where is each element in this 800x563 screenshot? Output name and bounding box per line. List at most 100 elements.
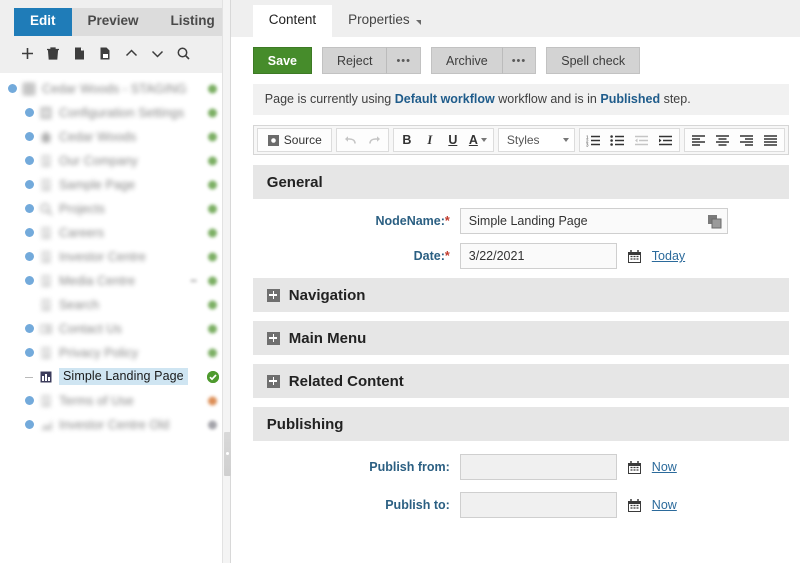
tree-expander-icon[interactable] <box>25 132 34 142</box>
publish-from-input[interactable] <box>459 454 617 480</box>
content-tree[interactable]: Cedar Woods - STAGING Configuration Setti… <box>0 72 231 563</box>
tree-expander-icon[interactable] <box>25 348 34 358</box>
section-header-publishing[interactable]: Publishing <box>252 407 789 441</box>
tree-item[interactable]: Investor Centre <box>0 245 231 269</box>
archive-button[interactable]: Archive <box>431 47 502 74</box>
source-button[interactable]: Source <box>260 129 329 151</box>
section-header-main-menu[interactable]: Main Menu <box>252 321 789 355</box>
tree-expander-icon[interactable] <box>25 420 34 430</box>
spell-check-button[interactable]: Spell check <box>546 47 641 74</box>
archive-more-button[interactable]: ••• <box>501 47 537 74</box>
section-header-navigation[interactable]: Navigation <box>252 278 789 312</box>
bold-button[interactable]: B <box>396 129 418 151</box>
history-group <box>335 128 389 152</box>
indent-icon[interactable] <box>654 129 677 151</box>
tree-item[interactable]: Configuration Settings <box>0 101 231 125</box>
publish-to-now-link[interactable]: Now <box>652 498 677 512</box>
tree-item[interactable]: Cedar Woods <box>0 125 231 149</box>
align-left-icon[interactable] <box>687 129 710 151</box>
publish-from-now-link[interactable]: Now <box>652 460 677 474</box>
chevron-down-icon[interactable] <box>144 42 170 66</box>
copy-icon[interactable] <box>66 42 92 66</box>
plus-icon[interactable] <box>14 42 40 66</box>
undo-icon[interactable] <box>339 129 362 151</box>
search-icon[interactable] <box>170 42 196 66</box>
tree-item[interactable]: Terms of Use <box>0 389 231 413</box>
tree-expander-icon[interactable] <box>25 228 34 238</box>
tree-expander-icon[interactable] <box>25 276 34 286</box>
calendar-icon[interactable] <box>627 460 642 475</box>
nodename-input[interactable]: Simple Landing Page <box>459 208 728 234</box>
paste-icon[interactable] <box>92 42 118 66</box>
today-link[interactable]: Today <box>652 249 685 263</box>
calendar-icon[interactable] <box>627 498 642 513</box>
tree-panel-header: Edit Preview Listing <box>0 0 231 73</box>
tree-expander-icon[interactable] <box>25 396 34 406</box>
tree-item-label: Projects <box>59 201 105 216</box>
tree-expander-icon[interactable] <box>25 204 34 214</box>
styles-dropdown[interactable]: Styles <box>497 128 575 152</box>
tree-item[interactable]: Cedar Woods - STAGING <box>0 77 231 101</box>
editor-tabs: Content Properties <box>230 0 800 37</box>
align-justify-icon[interactable] <box>759 129 782 151</box>
tab-edit-label: Edit <box>30 13 56 28</box>
reject-button[interactable]: Reject <box>322 47 387 74</box>
tree-expander-icon[interactable] <box>25 156 34 166</box>
page-icon <box>39 178 53 192</box>
tree-item-label: Cedar Woods <box>59 129 137 144</box>
tree-item[interactable]: Privacy Policy <box>0 341 231 365</box>
tree-expander-icon[interactable] <box>25 180 34 190</box>
tree-item[interactable]: Sample Page <box>0 173 231 197</box>
tree-expander-icon[interactable] <box>25 108 34 118</box>
tree-item[interactable]: Projects <box>0 197 231 221</box>
tree-item[interactable]: Our Company <box>0 149 231 173</box>
outdent-icon[interactable] <box>630 129 653 151</box>
bulleted-list-icon[interactable] <box>606 129 629 151</box>
tab-content[interactable]: Content <box>252 5 333 37</box>
tab-listing[interactable]: Listing <box>154 8 231 36</box>
section-title-main-menu: Main Menu <box>288 329 367 347</box>
nodename-value: Simple Landing Page <box>468 214 588 228</box>
publish-to-input[interactable] <box>459 492 617 518</box>
page-icon <box>39 226 53 240</box>
tab-preview-label: Preview <box>87 13 139 28</box>
workflow-status-message: Page is currently using Default workflow… <box>252 84 789 115</box>
section-header-related-content[interactable]: Related Content <box>252 364 789 398</box>
italic-button[interactable]: I <box>419 129 441 151</box>
tree-item[interactable]: Search <box>0 293 231 317</box>
gear-page-icon <box>39 106 53 120</box>
status-dot-green <box>207 156 217 166</box>
tree-item-label: Our Company <box>59 153 138 168</box>
tree-item[interactable]: Careers <box>0 221 231 245</box>
trash-icon[interactable] <box>40 42 66 66</box>
tree-item[interactable]: Investor Centre Old <box>0 413 231 437</box>
align-right-icon[interactable] <box>735 129 758 151</box>
redo-icon[interactable] <box>363 129 386 151</box>
status-dot-green <box>207 348 217 358</box>
align-center-icon[interactable] <box>711 129 734 151</box>
tab-edit[interactable]: Edit <box>14 8 72 36</box>
tree-expander-icon[interactable] <box>8 84 17 94</box>
calendar-icon[interactable] <box>627 249 642 264</box>
tree-item[interactable]: Contact Us <box>0 317 231 341</box>
tree-expander-icon[interactable] <box>25 324 34 334</box>
tree-item[interactable]: Media Centre •• <box>0 269 231 293</box>
chevron-up-icon[interactable] <box>118 42 144 66</box>
tree-item-label: Cedar Woods - STAGING <box>42 81 187 96</box>
tab-properties[interactable]: Properties <box>332 5 437 37</box>
tree-item[interactable]: Simple Landing Page <box>0 365 231 389</box>
svg-text:3: 3 <box>586 142 589 147</box>
workflow-action-bar: Save Reject ••• Archive ••• Spell check <box>230 37 800 84</box>
panel-splitter[interactable] <box>221 0 231 563</box>
numbered-list-icon[interactable]: 123 <box>582 129 605 151</box>
section-header-general[interactable]: General <box>252 165 789 199</box>
macro-insert-icon[interactable] <box>706 212 724 230</box>
tab-preview[interactable]: Preview <box>71 8 155 36</box>
tree-expander-icon[interactable] <box>25 252 34 262</box>
date-input[interactable]: 3/22/2021 <box>459 243 617 269</box>
reject-more-button[interactable]: ••• <box>386 47 421 74</box>
underline-button[interactable]: U <box>442 129 464 151</box>
text-color-button[interactable]: A <box>465 129 491 151</box>
splitter-grip[interactable] <box>223 432 231 476</box>
save-button[interactable]: Save <box>252 47 312 74</box>
